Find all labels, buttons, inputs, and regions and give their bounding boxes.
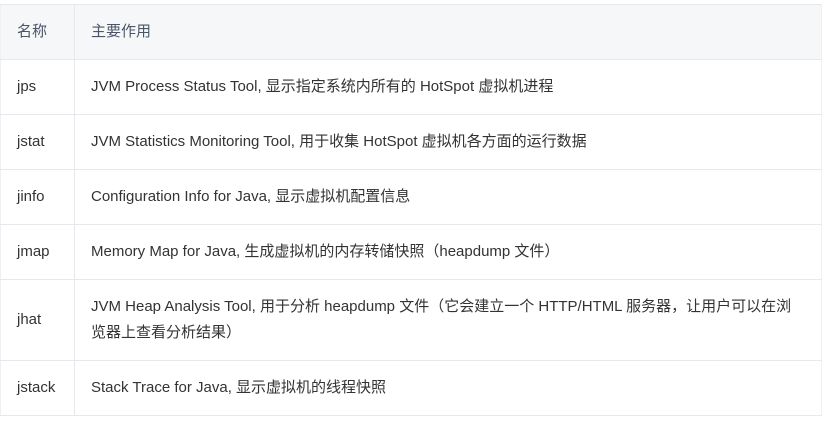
tool-name: jps [0,59,75,115]
tool-description: Memory Map for Java, 生成虚拟机的内存转储快照（heapdu… [74,224,822,280]
table-row: jps JVM Process Status Tool, 显示指定系统内所有的 … [0,59,822,115]
tool-name: jstat [0,114,75,170]
tool-description: JVM Statistics Monitoring Tool, 用于收集 Hot… [74,114,822,170]
table-body: jps JVM Process Status Tool, 显示指定系统内所有的 … [0,59,822,416]
tool-name: jhat [0,279,75,361]
tool-name: jinfo [0,169,75,225]
table-header: 名称 主要作用 [0,4,822,60]
tool-name: jmap [0,224,75,280]
header-row: 名称 主要作用 [0,4,822,60]
tool-description: Configuration Info for Java, 显示虚拟机配置信息 [74,169,822,225]
table-row: jhat JVM Heap Analysis Tool, 用于分析 heapdu… [0,279,822,361]
table-row: jmap Memory Map for Java, 生成虚拟机的内存转储快照（h… [0,224,822,280]
header-name: 名称 [0,4,75,60]
table-row: jstat JVM Statistics Monitoring Tool, 用于… [0,114,822,170]
tool-description: Stack Trace for Java, 显示虚拟机的线程快照 [74,360,822,416]
jdk-tools-table: 名称 主要作用 jps JVM Process Status Tool, 显示指… [0,4,822,416]
tool-description: JVM Heap Analysis Tool, 用于分析 heapdump 文件… [74,279,822,361]
header-description: 主要作用 [74,4,822,60]
tool-description: JVM Process Status Tool, 显示指定系统内所有的 HotS… [74,59,822,115]
tool-name: jstack [0,360,75,416]
table-row: jinfo Configuration Info for Java, 显示虚拟机… [0,169,822,225]
table-row: jstack Stack Trace for Java, 显示虚拟机的线程快照 [0,360,822,416]
